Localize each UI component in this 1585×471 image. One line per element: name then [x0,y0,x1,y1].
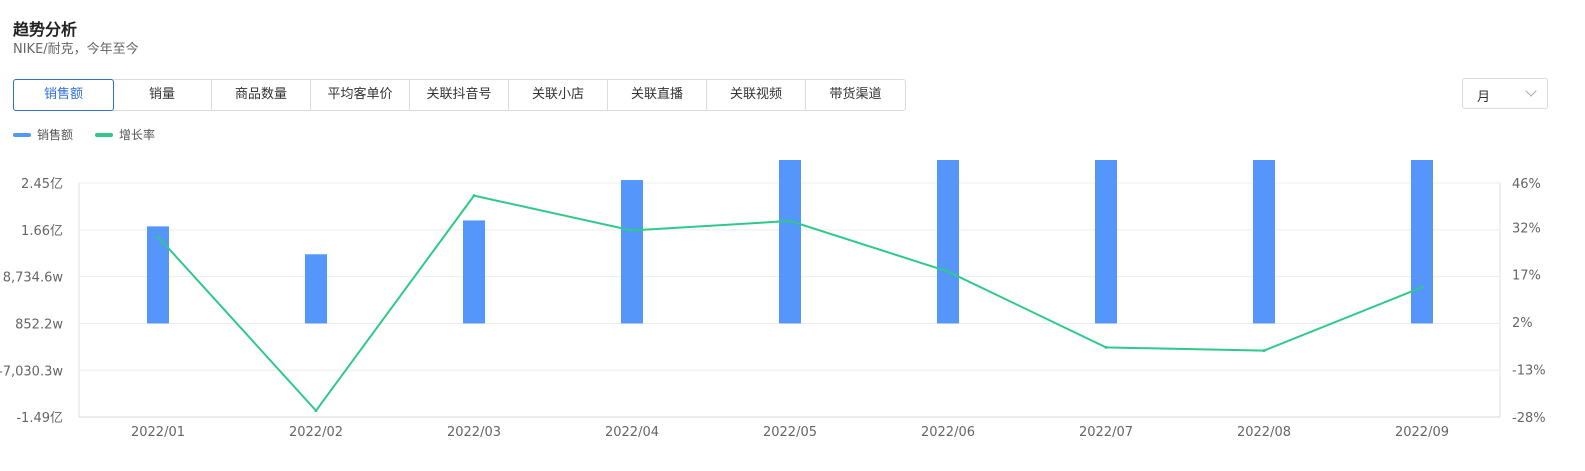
y-left-tick-label: 2.45亿 [21,177,63,192]
y-right-tick-label: 46% [1512,177,1541,192]
y-right-tick-label: 2% [1512,316,1533,331]
chart-legend: 销售额 增长率 [13,126,177,143]
period-select[interactable]: 月 [1462,78,1548,109]
growth-rate-point [156,235,160,239]
x-tick-label: 2022/06 [921,425,975,440]
growth-rate-point [788,219,792,223]
x-tick-label: 2022/01 [131,425,185,440]
page-title: 趋势分析 [13,20,78,39]
sales-bar [779,160,801,324]
y-left-tick-label: -7,030.3w [0,364,63,379]
tab-linked-shops[interactable]: 关联小店 [509,80,608,110]
y-left-tick-label: 8,734.6w [3,271,64,286]
tab-linked-live[interactable]: 关联直播 [608,80,707,110]
tab-linked-videos[interactable]: 关联视频 [707,80,806,110]
period-select-value: 月 [1477,90,1491,105]
sales-bar [1095,160,1117,324]
growth-rate-point [630,228,634,232]
y-right-tick-label: 17% [1512,269,1541,284]
x-tick-label: 2022/09 [1395,425,1449,440]
legend-swatch-sales [13,132,31,137]
tab-linked-douyin-accounts[interactable]: 关联抖音号 [410,80,509,110]
legend-item-sales[interactable]: 销售额 [13,126,73,143]
tab-sales-amount[interactable]: 销售额 [13,79,114,111]
trend-chart: 2.45亿 1.66亿 8,734.6w 852.2w -7,030.3w -1.49亿 4… [0,160,1546,440]
y-left-tick-label: 852.2w [15,317,63,332]
legend-item-growth[interactable]: 增长率 [95,126,155,143]
y-right-tick-label: -28% [1512,411,1546,426]
tab-sales-channels[interactable]: 带货渠道 [806,80,905,110]
x-tick-label: 2022/05 [763,425,817,440]
x-tick-label: 2022/02 [289,425,343,440]
tab-sales-volume[interactable]: 销量 [113,80,212,110]
growth-rate-point [472,194,476,198]
sales-bar [147,226,169,324]
growth-rate-point [946,270,950,274]
sales-bar [1411,160,1433,324]
growth-rate-point [314,409,318,413]
y-left-tick-label: 1.66亿 [21,224,63,239]
x-tick-label: 2022/03 [447,425,501,440]
y-left-tick-label: -1.49亿 [16,411,63,426]
y-right-tick-label: 32% [1512,221,1541,236]
sales-bar [305,254,327,324]
chevron-down-icon [1525,85,1537,97]
x-tick-label: 2022/04 [605,425,659,440]
x-tick-label: 2022/07 [1079,425,1133,440]
x-tick-label: 2022/08 [1237,425,1291,440]
metric-tabs: 销售额 销量 商品数量 平均客单价 关联抖音号 关联小店 关联直播 关联视频 带… [13,79,906,111]
legend-label-growth: 增长率 [119,128,156,142]
legend-label-sales: 销售额 [37,128,74,142]
page-subtitle: NIKE/耐克，今年至今 [13,42,139,57]
growth-rate-point [1262,349,1266,353]
tab-product-count[interactable]: 商品数量 [212,80,311,110]
tab-avg-order-price[interactable]: 平均客单价 [311,80,410,110]
sales-bar [463,220,485,324]
y-right-tick-label: -13% [1512,364,1546,379]
legend-swatch-growth [95,132,114,137]
growth-rate-point [1104,345,1108,349]
sales-bar [621,180,643,324]
growth-rate-point [1420,285,1424,289]
sales-bar [1253,160,1275,324]
sales-bar [937,160,959,324]
